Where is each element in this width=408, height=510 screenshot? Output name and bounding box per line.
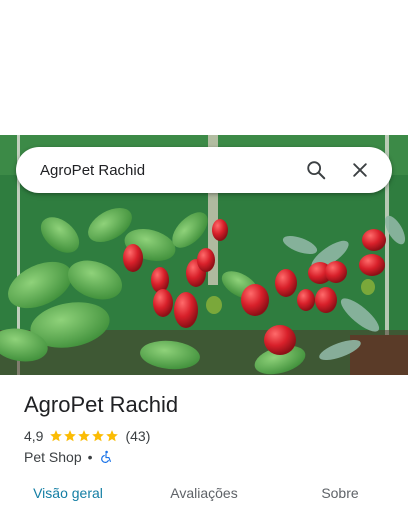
search-icon <box>307 161 326 180</box>
tab-overview[interactable]: Visão geral <box>0 476 136 510</box>
rating-row[interactable]: 4,9 (43) <box>24 428 150 444</box>
star-icon <box>50 430 63 442</box>
review-count[interactable]: (43) <box>125 428 150 444</box>
tab-about[interactable]: Sobre <box>272 476 408 510</box>
wheelchair-icon[interactable] <box>99 450 113 464</box>
place-category[interactable]: Pet Shop <box>24 449 82 465</box>
place-name: AgroPet Rachid <box>24 392 179 417</box>
search-query[interactable]: AgroPet Rachid <box>40 162 294 179</box>
star-icon <box>64 430 77 442</box>
close-icon <box>353 163 367 177</box>
star-icon <box>106 430 119 442</box>
tab-reviews[interactable]: Avaliações <box>136 476 272 510</box>
separator-dot: • <box>87 449 93 465</box>
rating-value: 4,9 <box>24 428 44 444</box>
star-icon <box>78 430 91 442</box>
search-button[interactable] <box>294 148 338 192</box>
clear-button[interactable] <box>338 148 382 192</box>
category-row: Pet Shop • <box>24 449 113 465</box>
star-rating <box>49 429 119 443</box>
search-bar[interactable]: AgroPet Rachid <box>16 147 392 193</box>
tab-bar: Visão geral Avaliações Sobre <box>0 476 408 510</box>
star-icon <box>92 430 105 442</box>
